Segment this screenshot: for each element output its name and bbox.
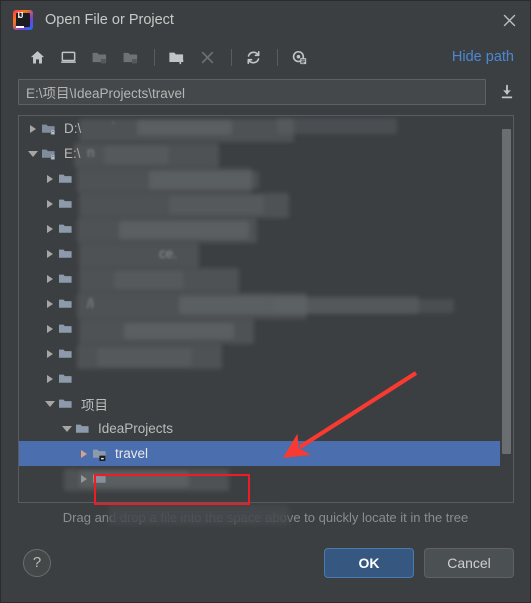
folder-icon [75, 416, 95, 441]
ok-button[interactable]: OK [324, 547, 414, 578]
tree-row-label: IdeaProjects [98, 421, 174, 436]
home-icon[interactable] [23, 44, 51, 70]
tree-row-label: travel [115, 446, 149, 461]
tree-scrollbar-thumb[interactable] [502, 129, 511, 454]
dialog-title: Open File or Project [45, 12, 174, 28]
tree-row[interactable]: E:\ [19, 141, 513, 166]
chevron-right-icon[interactable] [42, 291, 58, 316]
download-arrow-icon[interactable] [494, 79, 520, 105]
folder-icon [58, 241, 78, 266]
tree-row-label: D:\ [64, 121, 82, 136]
toolbar-separator [277, 48, 278, 66]
chevron-right-icon[interactable] [42, 191, 58, 216]
tree-row[interactable] [19, 216, 513, 241]
tree-row[interactable] [19, 266, 513, 291]
chevron-right-icon[interactable] [42, 241, 58, 266]
file-tree[interactable]: D:\ E:\ 项目 IdeaProjects travel [19, 116, 513, 502]
hide-path-link[interactable]: Hide path [452, 49, 516, 65]
drive-folder-icon [41, 116, 61, 141]
tree-row[interactable] [19, 241, 513, 266]
tree-row[interactable]: IdeaProjects [19, 416, 513, 441]
tree-row[interactable] [19, 366, 513, 391]
delete-icon [193, 44, 221, 70]
path-row [1, 75, 530, 109]
chevron-right-icon[interactable] [42, 216, 58, 241]
tree-row[interactable] [19, 291, 513, 316]
chevron-right-icon[interactable] [42, 316, 58, 341]
file-tree-panel: D:\ E:\ 项目 IdeaProjects travel ˈ n ce. /i [18, 115, 514, 503]
tree-row[interactable] [19, 316, 513, 341]
module-folder-icon [92, 441, 112, 466]
chevron-right-icon[interactable] [42, 166, 58, 191]
chevron-down-icon[interactable] [42, 391, 58, 416]
toolbar-separator [231, 48, 232, 66]
show-hidden-icon[interactable] [285, 44, 313, 70]
desktop-icon[interactable] [54, 44, 82, 70]
chevron-right-icon[interactable] [25, 116, 41, 141]
path-input[interactable] [18, 79, 486, 105]
folder-icon [58, 191, 78, 216]
folder-icon [58, 341, 78, 366]
dialog-footer: ? OK Cancel [1, 529, 530, 602]
drag-drop-hint: Drag and drop a file into the space abov… [1, 503, 530, 529]
chevron-right-icon[interactable] [42, 266, 58, 291]
chevron-down-icon[interactable] [59, 416, 75, 441]
tree-row[interactable]: 项目 [19, 391, 513, 416]
chevron-right-icon[interactable] [76, 441, 92, 466]
folder-icon [58, 316, 78, 341]
new-folder-icon[interactable] [162, 44, 190, 70]
drive-folder-icon [41, 141, 61, 166]
chevron-right-icon[interactable] [76, 466, 92, 491]
tree-row[interactable] [19, 341, 513, 366]
help-button[interactable]: ? [23, 548, 51, 577]
tree-vertical-scrollbar[interactable] [500, 116, 513, 502]
chevron-right-icon[interactable] [42, 366, 58, 391]
folder-icon [58, 391, 78, 416]
tree-row[interactable]: D:\ [19, 116, 513, 141]
folder-up-icon [85, 44, 113, 70]
tree-row-label: E:\ [64, 146, 81, 161]
tree-row[interactable] [19, 166, 513, 191]
chevron-right-icon[interactable] [42, 341, 58, 366]
folder-icon [58, 166, 78, 191]
folder-icon [58, 366, 78, 391]
dialog-titlebar: IJ Open File or Project [1, 1, 530, 39]
toolbar-separator [154, 48, 155, 66]
folder-icon [58, 291, 78, 316]
cancel-button[interactable]: Cancel [424, 547, 514, 578]
folder-icon [58, 266, 78, 291]
intellij-idea-logo-icon: IJ [13, 10, 33, 30]
folder-project-icon [116, 44, 144, 70]
tree-row-label: 项目 [81, 397, 108, 413]
tree-row[interactable] [19, 466, 513, 491]
refresh-icon[interactable] [239, 44, 267, 70]
tree-row[interactable] [19, 191, 513, 216]
folder-icon [58, 216, 78, 241]
close-icon[interactable] [494, 5, 524, 35]
open-file-or-project-dialog: IJ Open File or Project Hide path E:\项目\… [0, 0, 531, 603]
folder-icon [92, 466, 112, 491]
file-chooser-toolbar: Hide path [1, 39, 530, 75]
tree-row-selected[interactable]: travel [19, 441, 513, 466]
chevron-down-icon[interactable] [25, 141, 41, 166]
